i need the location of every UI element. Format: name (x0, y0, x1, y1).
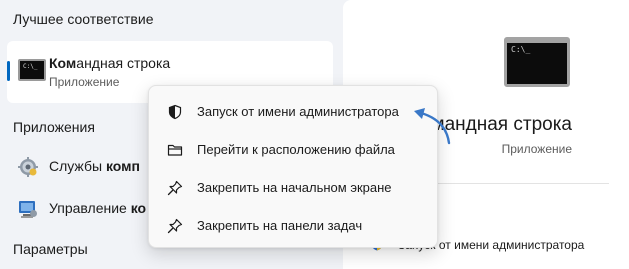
app-label-plain: Управление (49, 200, 131, 216)
menu-item-pin-to-taskbar[interactable]: Закрепить на панели задач (153, 209, 433, 243)
services-gear-icon (18, 157, 38, 177)
command-prompt-large-icon: C:\_ (504, 37, 570, 87)
menu-item-run-as-admin[interactable]: Запуск от имени администратора (153, 95, 433, 129)
best-match-heading: Лучшее соответствие (13, 11, 154, 27)
app-label-highlight: ко (130, 200, 147, 216)
app-result-label: Управление ко (49, 200, 146, 216)
menu-item-label: Запуск от имени администратора (197, 104, 399, 119)
best-match-title-rest: андная строка (76, 55, 171, 71)
shield-icon (168, 104, 182, 120)
folder-icon (167, 144, 183, 156)
app-label-highlight: комп (105, 158, 140, 174)
menu-item-label: Закрепить на панели задач (197, 218, 363, 233)
pin-icon (167, 218, 183, 234)
command-prompt-icon: C:\_ (18, 59, 46, 81)
menu-item-open-file-location[interactable]: Перейти к расположению файла (153, 133, 433, 167)
best-match-title-highlight: Ком (49, 55, 77, 71)
app-label-plain: Службы (49, 158, 106, 174)
context-menu: Запуск от имени администратора Перейти к… (148, 85, 438, 248)
menu-item-label: Закрепить на начальном экране (197, 180, 392, 195)
menu-item-pin-to-start[interactable]: Закрепить на начальном экране (153, 171, 433, 205)
start-search-window: Лучшее соответствие C:\_ Командная строк… (0, 0, 629, 269)
menu-item-label: Перейти к расположению файла (197, 142, 395, 157)
computer-management-icon (19, 201, 37, 218)
best-match-title: Командная строка (49, 55, 170, 71)
app-result-label: Службы комп (49, 158, 140, 174)
selection-indicator (7, 61, 10, 81)
settings-heading: Параметры (13, 241, 88, 257)
best-match-subtitle: Приложение (49, 75, 120, 89)
pin-icon (167, 180, 183, 196)
apps-heading: Приложения (13, 119, 95, 135)
